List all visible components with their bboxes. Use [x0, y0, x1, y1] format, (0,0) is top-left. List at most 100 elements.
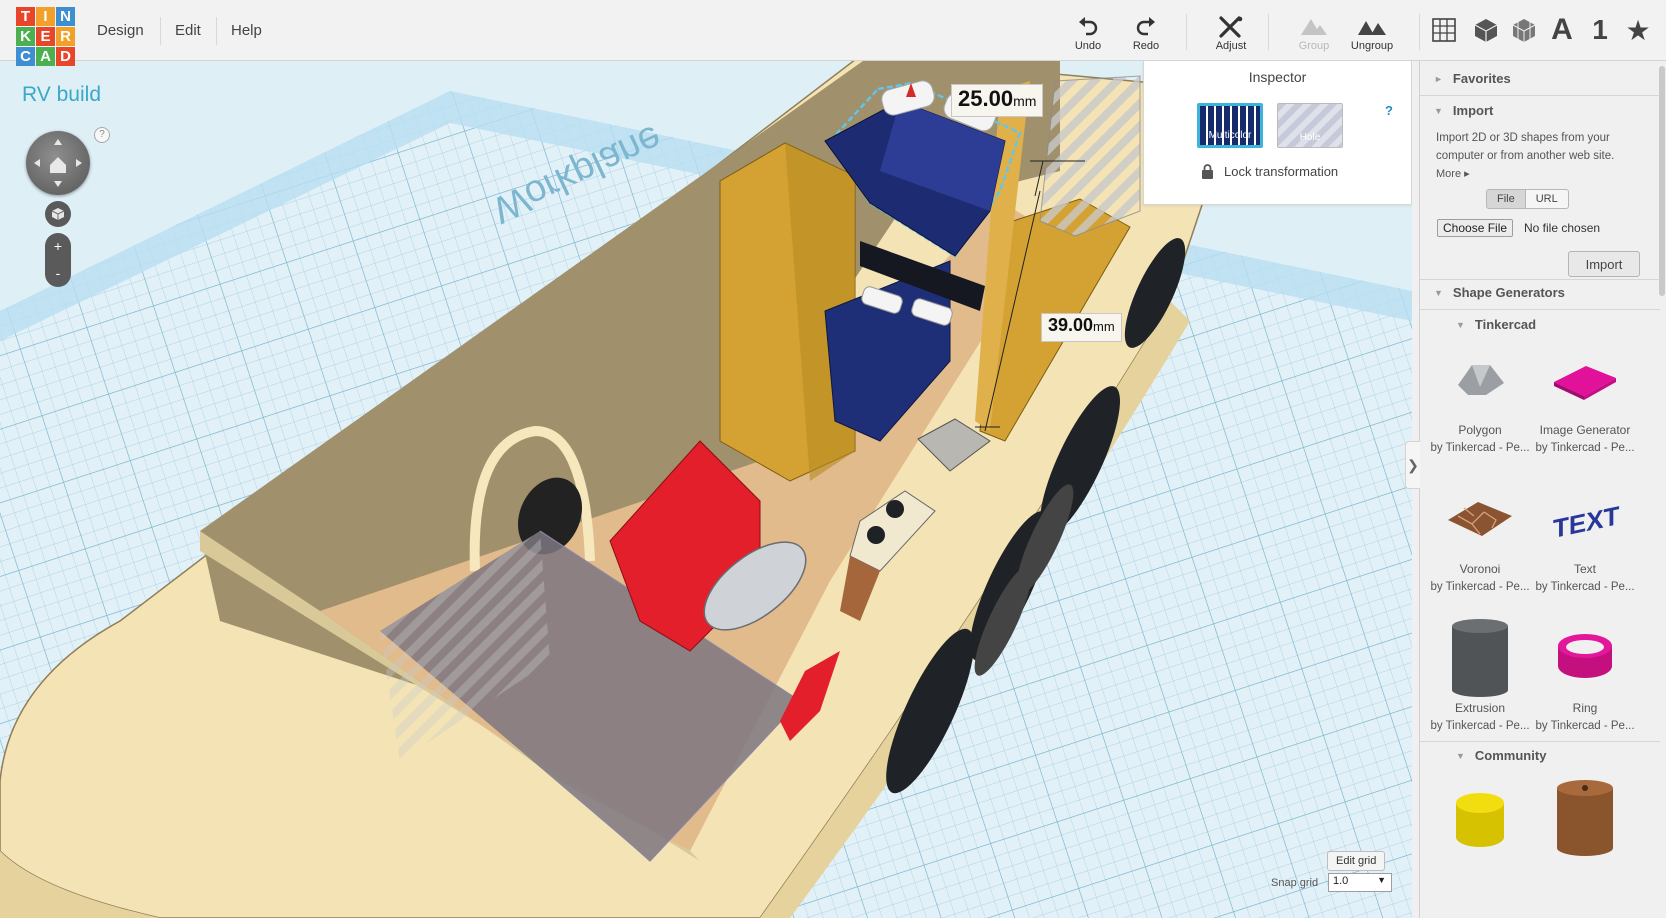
expanded-triangle-icon: ▼ — [1434, 105, 1443, 116]
tinkercad-logo[interactable]: T I N K E R C A D — [16, 7, 77, 68]
community-shape[interactable] — [1424, 777, 1536, 859]
cube-icon — [51, 208, 65, 220]
tinkercad-subsection-header[interactable]: ▼ Tinkercad — [1456, 317, 1536, 332]
dimension-value: 39.00 — [1048, 315, 1094, 335]
burner — [886, 500, 904, 518]
group-button[interactable]: Group — [1284, 14, 1344, 52]
divider — [1420, 741, 1660, 742]
expanded-triangle-icon: ▼ — [1456, 319, 1465, 330]
adjust-button[interactable]: Adjust — [1201, 14, 1261, 52]
grid-view-icon[interactable] — [1428, 14, 1460, 46]
favorites-label: Favorites — [1452, 71, 1511, 86]
shape-generators-header[interactable]: ▼ Shape Generators — [1434, 285, 1565, 300]
star-icon[interactable]: ★ — [1622, 14, 1654, 46]
edit-grid-button[interactable]: Edit grid — [1327, 851, 1386, 871]
dimension-value: 25.00 — [958, 86, 1014, 111]
expanded-triangle-icon: ▼ — [1456, 750, 1465, 761]
tab-file[interactable]: File — [1486, 189, 1526, 209]
lock-icon — [1202, 164, 1213, 179]
menu-edit[interactable]: Edit — [161, 0, 215, 61]
shape-name: Extrusion — [1454, 701, 1506, 715]
redo-icon — [1116, 14, 1176, 40]
shape-name: Voronoi — [1459, 562, 1501, 576]
import-more-link[interactable]: More ▸ — [1436, 167, 1470, 180]
import-button[interactable]: Import — [1568, 251, 1640, 277]
shape-author: by Tinkercad - Pe... — [1430, 720, 1530, 732]
home-view-button[interactable] — [45, 201, 71, 227]
panel-collapse-toggle[interactable]: ❯ — [1405, 441, 1420, 489]
lock-transformation-toggle[interactable]: Lock transformation — [1201, 164, 1338, 179]
shape-image-generator[interactable]: Image Generator by Tinkercad - Pe... — [1529, 339, 1641, 454]
shape-name: Text — [1573, 562, 1596, 576]
divider — [1420, 279, 1660, 280]
community-subsection-header[interactable]: ▼ Community — [1456, 748, 1546, 763]
shape-polygon[interactable]: Polygon by Tinkercad - Pe... — [1424, 339, 1536, 454]
dimension-unit: mm — [1093, 319, 1115, 334]
tab-url[interactable]: URL — [1525, 189, 1569, 209]
hole-swatch[interactable]: Hole — [1277, 103, 1343, 148]
snap-grid-select[interactable]: 1.0 ▼ — [1328, 873, 1392, 892]
shape-name: Ring — [1572, 701, 1598, 715]
logo-letter: C — [16, 47, 35, 66]
file-status: No file chosen — [1524, 221, 1601, 235]
orbit-arrows-icon — [34, 139, 82, 187]
shape-extrusion[interactable]: Extrusion by Tinkercad - Pe... — [1424, 617, 1536, 732]
import-description: Import 2D or 3D shapes from your compute… — [1436, 132, 1615, 162]
divider — [1420, 95, 1660, 96]
toolbar-divider — [1419, 14, 1420, 50]
top-toolbar: T I N K E R C A D Design Edit Help Undo … — [0, 0, 1666, 66]
number-1-icon[interactable]: 1 — [1584, 14, 1616, 46]
shape-name: Image Generator — [1539, 423, 1631, 437]
polygon-thumbnail — [1424, 339, 1536, 421]
cube-view-icon[interactable] — [1470, 14, 1502, 46]
dimension-unit: mm — [1013, 93, 1037, 109]
community-shape-thumbnail — [1424, 777, 1536, 859]
3d-viewport[interactable]: Workplane RV build ? + - 25.00mm 39.00mm — [0, 61, 1412, 918]
tinkercad-app: T I N K E R C A D Design Edit Help Undo … — [0, 0, 1666, 918]
undo-icon — [1058, 14, 1118, 40]
menu-design[interactable]: Design — [83, 0, 158, 61]
ungroup-icon — [1342, 14, 1402, 40]
logo-letter: T — [16, 7, 35, 26]
undo-button[interactable]: Undo — [1058, 14, 1118, 52]
multicolor-swatch[interactable]: Multicolor — [1197, 103, 1263, 148]
shape-voronoi[interactable]: Voronoi by Tinkercad - Pe... — [1424, 478, 1536, 593]
burner — [867, 526, 885, 544]
redo-label: Redo — [1132, 40, 1160, 52]
inspector-help-icon[interactable]: ? — [1385, 103, 1393, 118]
voronoi-thumbnail — [1424, 478, 1536, 560]
redo-button[interactable]: Redo — [1116, 14, 1176, 52]
shape-author: by Tinkercad - Pe... — [1430, 581, 1530, 593]
svg-text:TEXT: TEXT — [1553, 500, 1619, 541]
inspector-title: Inspector — [1248, 69, 1307, 85]
dimension-label-length[interactable]: 39.00mm — [1041, 313, 1122, 342]
text-A-icon[interactable]: A — [1546, 13, 1578, 46]
multicolor-label: Multicolor — [1208, 130, 1252, 141]
zoom-in-button[interactable]: + — [45, 233, 71, 260]
orbit-control[interactable] — [26, 131, 90, 195]
fridge-glass[interactable] — [1039, 75, 1141, 237]
logo-letter: A — [36, 47, 55, 66]
shape-name: Polygon — [1458, 423, 1502, 437]
ungroup-button[interactable]: Ungroup — [1342, 14, 1402, 52]
menu-help[interactable]: Help — [217, 0, 276, 61]
zoom-out-button[interactable]: - — [45, 260, 71, 287]
panel-scrollbar[interactable] — [1659, 66, 1665, 296]
collapsed-triangle-icon: ► — [1434, 73, 1443, 84]
import-source-tabs: File URL — [1486, 189, 1569, 209]
community-shape[interactable] — [1529, 777, 1641, 859]
adjust-icon — [1201, 14, 1261, 40]
shape-text[interactable]: TEXT Text by Tinkercad - Pe... — [1529, 478, 1641, 593]
design-title[interactable]: RV build — [22, 83, 101, 107]
chevron-right-icon: ❯ — [1407, 456, 1419, 473]
choose-file-button[interactable]: Choose File — [1437, 219, 1514, 237]
shape-ring[interactable]: Ring by Tinkercad - Pe... — [1529, 617, 1641, 732]
favorites-header[interactable]: ► Favorites — [1434, 71, 1511, 86]
snap-grid-label: Snap grid — [1271, 877, 1319, 889]
community-shape-thumbnail — [1529, 777, 1641, 859]
import-header[interactable]: ▼ Import — [1434, 103, 1493, 118]
toolbar-divider — [1186, 14, 1187, 50]
wireframe-view-icon[interactable] — [1508, 14, 1540, 46]
dimension-label-width[interactable]: 25.00mm — [951, 84, 1044, 117]
nav-help-icon[interactable]: ? — [94, 127, 110, 143]
